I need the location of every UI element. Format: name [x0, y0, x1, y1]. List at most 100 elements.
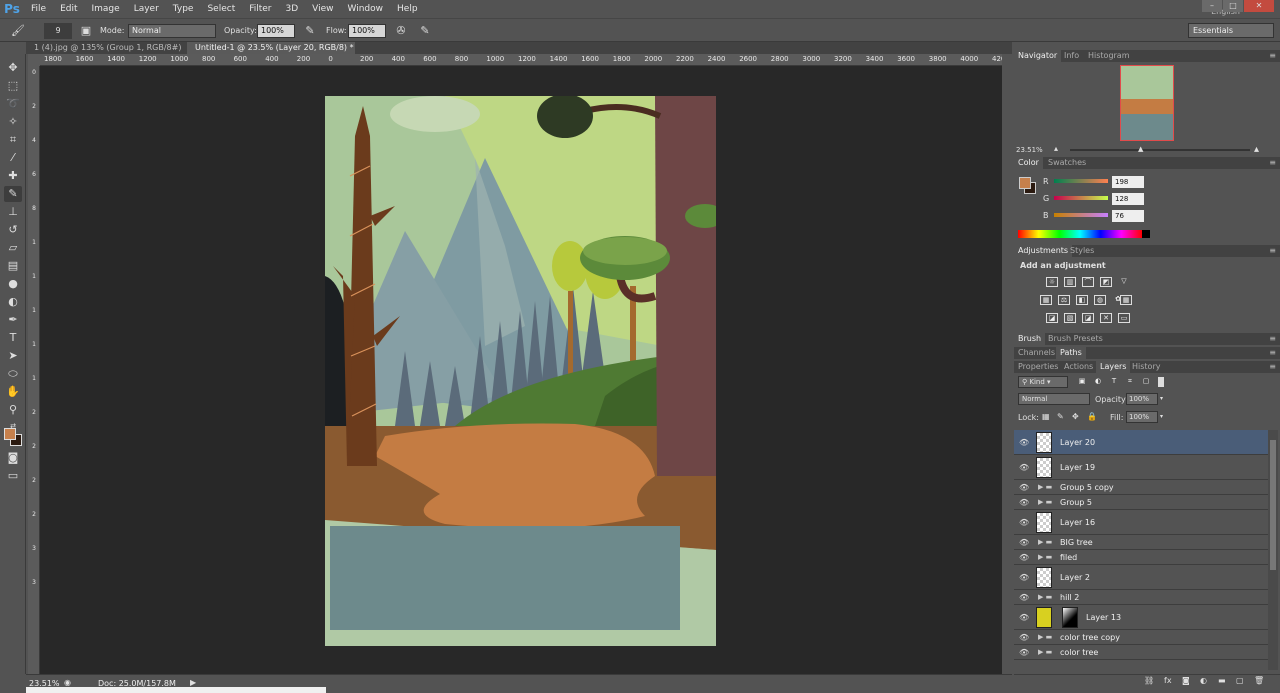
close-window-button[interactable]: ✕: [1244, 0, 1274, 12]
layer-mask-thumbnail[interactable]: [1062, 607, 1078, 628]
levels-icon[interactable]: ▥: [1064, 277, 1076, 287]
tab-layers[interactable]: Layers: [1096, 361, 1131, 373]
selective-color-icon[interactable]: ✕: [1100, 313, 1112, 323]
panel-menu-icon[interactable]: ≡: [1269, 333, 1276, 345]
visibility-eye-icon[interactable]: 👁: [1019, 463, 1029, 472]
black-white-icon[interactable]: ◧: [1076, 295, 1088, 305]
filter-type-icon[interactable]: T: [1108, 377, 1120, 387]
flow-input[interactable]: 100%: [348, 24, 386, 38]
menu-edit[interactable]: Edit: [53, 0, 84, 18]
fill-input[interactable]: 100%: [1126, 411, 1158, 423]
folder-icon[interactable]: ▶ ▬: [1038, 593, 1052, 601]
layer-row[interactable]: 👁 Layer 20: [1014, 430, 1268, 455]
menu-3d[interactable]: 3D: [279, 0, 306, 18]
tab-channels[interactable]: Channels: [1014, 347, 1059, 359]
folder-icon[interactable]: ▶ ▬: [1038, 553, 1052, 561]
lock-all-icon[interactable]: 🔒: [1087, 412, 1097, 421]
panel-menu-icon[interactable]: ≡: [1269, 361, 1276, 373]
layer-row[interactable]: 👁 ▶ ▬ color tree: [1014, 645, 1268, 660]
quick-mask-icon[interactable]: ◙: [4, 450, 22, 466]
navigator-preview[interactable]: [1120, 65, 1174, 141]
layer-row[interactable]: 👁 Layer 19: [1014, 455, 1268, 480]
tab-properties[interactable]: Properties: [1014, 361, 1062, 373]
tab-actions[interactable]: Actions: [1060, 361, 1097, 373]
zoom-out-icon[interactable]: ▴: [1054, 144, 1058, 153]
menu-window[interactable]: Window: [341, 0, 391, 18]
dodge-tool-icon[interactable]: ◐: [4, 294, 22, 310]
tab-swatches[interactable]: Swatches: [1044, 157, 1090, 169]
mode-select[interactable]: Normal: [128, 24, 216, 38]
tab-history[interactable]: History: [1128, 361, 1164, 373]
folder-icon[interactable]: ▶ ▬: [1038, 483, 1052, 491]
tab-brush[interactable]: Brush: [1014, 333, 1046, 345]
layer-row[interactable]: 👁 Layer 13: [1014, 605, 1268, 630]
maximize-button[interactable]: □: [1223, 0, 1243, 12]
tab-styles[interactable]: Styles: [1066, 245, 1098, 257]
color-fg-swatch[interactable]: [1019, 177, 1031, 189]
visibility-eye-icon[interactable]: 👁: [1019, 648, 1029, 657]
threshold-icon[interactable]: ◪: [1082, 313, 1094, 323]
visibility-eye-icon[interactable]: 👁: [1019, 438, 1029, 447]
filter-adjustment-icon[interactable]: ◐: [1092, 377, 1104, 387]
canvas-area[interactable]: [40, 66, 1002, 674]
invert-icon[interactable]: ◪: [1046, 313, 1058, 323]
add-style-icon[interactable]: fx: [1164, 676, 1172, 685]
filter-pixel-icon[interactable]: ▣: [1076, 377, 1088, 387]
visibility-eye-icon[interactable]: 👁: [1019, 593, 1029, 602]
visibility-eye-icon[interactable]: 👁: [1019, 633, 1029, 642]
tab-adjustments[interactable]: Adjustments: [1014, 245, 1073, 257]
foreground-color-swatch[interactable]: [4, 428, 16, 440]
opacity-input[interactable]: 100%: [257, 24, 295, 38]
layer-filter-kind-select[interactable]: ⚲ Kind ▾: [1018, 376, 1068, 388]
gradient-map-icon[interactable]: ▭: [1118, 313, 1130, 323]
folder-icon[interactable]: ▶ ▬: [1038, 498, 1052, 506]
filter-toggle[interactable]: [1158, 377, 1164, 387]
airbrush-icon[interactable]: ✇: [393, 23, 409, 39]
zoom-slider-handle[interactable]: ▲: [1138, 145, 1143, 153]
g-input[interactable]: 128: [1112, 193, 1144, 205]
visibility-eye-icon[interactable]: 👁: [1019, 553, 1029, 562]
hand-tool-icon[interactable]: ✋: [4, 384, 22, 400]
blur-tool-icon[interactable]: ●: [4, 276, 22, 292]
delete-layer-icon[interactable]: 🗑: [1254, 676, 1264, 685]
marquee-tool-icon[interactable]: ⬚: [4, 78, 22, 94]
navigator-zoom-slider[interactable]: [1070, 149, 1250, 151]
layer-row[interactable]: 👁 ▶ ▬ Group 5 copy: [1014, 480, 1268, 495]
history-brush-tool-icon[interactable]: ↺: [4, 222, 22, 238]
visibility-eye-icon[interactable]: 👁: [1019, 538, 1029, 547]
layer-row[interactable]: 👁 ▶ ▬ color tree copy: [1014, 630, 1268, 645]
ruler-origin[interactable]: [28, 54, 40, 66]
tab-info[interactable]: Info: [1060, 50, 1083, 62]
visibility-eye-icon[interactable]: 👁: [1019, 498, 1029, 507]
artwork-canvas[interactable]: [325, 96, 716, 646]
brush-tool-preset-icon[interactable]: 🖌: [10, 23, 26, 39]
filter-shape-icon[interactable]: ⌗: [1124, 377, 1136, 387]
workspace-select[interactable]: Essentials: [1188, 23, 1274, 38]
shape-tool-icon[interactable]: ⬭: [4, 366, 22, 382]
color-balance-icon[interactable]: ⚖: [1058, 295, 1070, 305]
brush-size-picker[interactable]: 9: [44, 23, 72, 39]
b-slider[interactable]: [1054, 213, 1108, 217]
posterize-icon[interactable]: ▧: [1064, 313, 1076, 323]
visibility-eye-icon[interactable]: 👁: [1019, 483, 1029, 492]
layer-row[interactable]: 👁 Layer 2: [1014, 565, 1268, 590]
lock-position-icon[interactable]: ✥: [1072, 412, 1079, 421]
status-menu-icon[interactable]: ◉: [64, 678, 71, 687]
doc-tab-1[interactable]: 1 (4).jpg @ 135% (Group 1, RGB/8#) * ×: [26, 42, 186, 64]
visibility-eye-icon[interactable]: 👁: [1019, 613, 1029, 622]
fill-dropdown-icon[interactable]: ▾: [1160, 413, 1163, 420]
path-selection-tool-icon[interactable]: ➤: [4, 348, 22, 364]
menu-select[interactable]: Select: [200, 0, 242, 18]
layer-row[interactable]: 👁 ▶ ▬ BIG tree: [1014, 535, 1268, 550]
visibility-eye-icon[interactable]: 👁: [1019, 518, 1029, 527]
photo-filter-icon[interactable]: ◍: [1094, 295, 1106, 305]
move-tool-icon[interactable]: ✥: [4, 60, 22, 76]
link-layers-icon[interactable]: ⛓: [1144, 676, 1154, 685]
layer-opacity-input[interactable]: 100%: [1126, 393, 1158, 405]
lasso-tool-icon[interactable]: ➰: [4, 96, 22, 112]
color-lookup-icon[interactable]: ▦: [1120, 295, 1132, 305]
menu-filter[interactable]: Filter: [242, 0, 278, 18]
visibility-eye-icon[interactable]: 👁: [1019, 573, 1029, 582]
layer-row[interactable]: 👁 ▶ ▬ Group 5: [1014, 495, 1268, 510]
folder-icon[interactable]: ▶ ▬: [1038, 648, 1052, 656]
